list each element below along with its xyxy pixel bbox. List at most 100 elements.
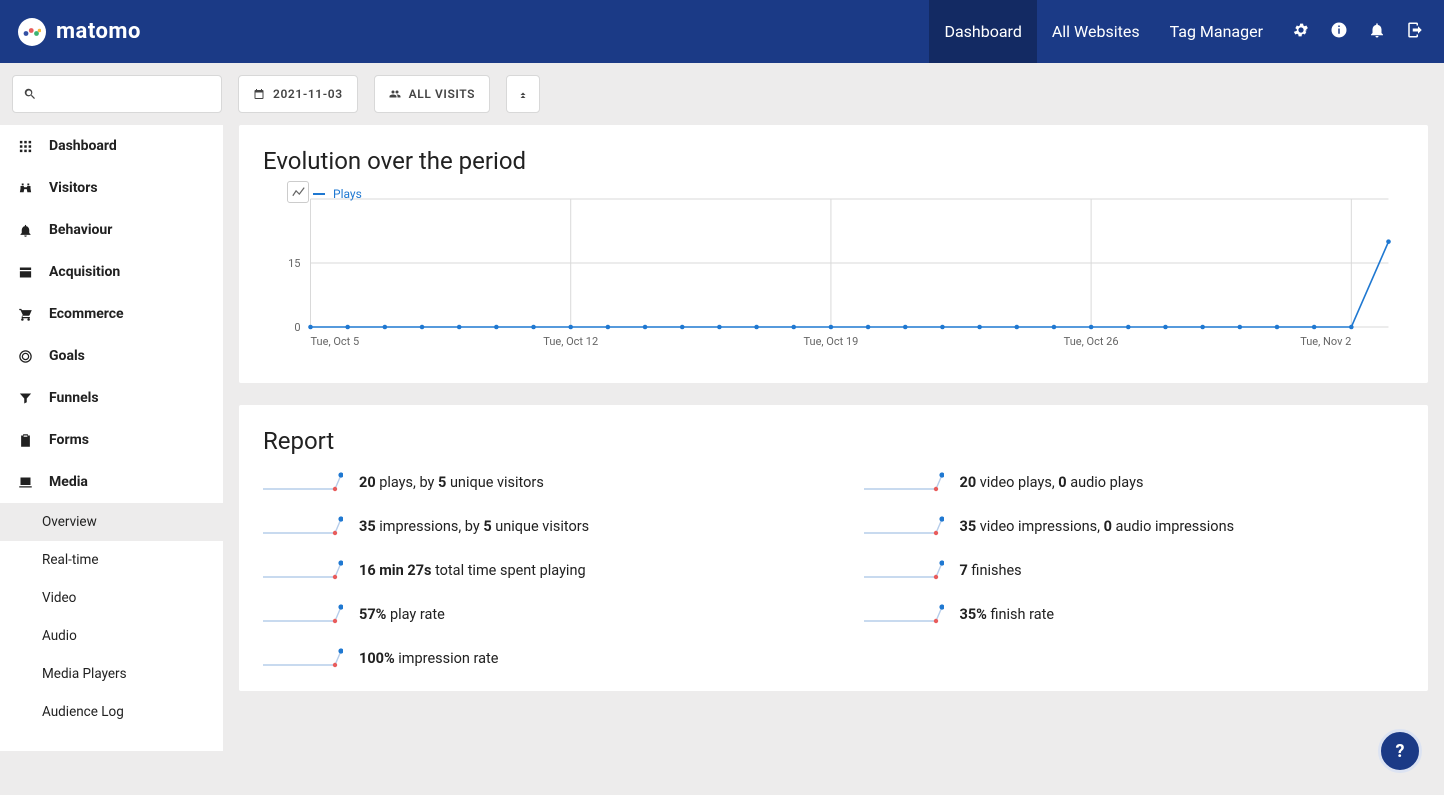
cart-icon <box>18 307 33 322</box>
sidebar: Dashboard Visitors Behaviour Acquisition Eco… <box>0 125 223 751</box>
sidebar-item-media[interactable]: Media <box>0 461 223 503</box>
sparkline <box>263 647 343 669</box>
sidebar-item-label: Dashboard <box>49 138 117 154</box>
evolution-title: Evolution over the period <box>263 147 1404 175</box>
metric-text: 35% finish rate <box>960 606 1055 623</box>
sidebar-item-visitors[interactable]: Visitors <box>0 167 223 209</box>
sidebar-item-label: Ecommerce <box>49 306 124 322</box>
logo-icon <box>18 18 46 46</box>
metrics-grid: 20 plays, by 5 unique visitors 35 impress… <box>263 471 1404 669</box>
metric-row: 35% finish rate <box>864 603 1405 625</box>
search-input[interactable] <box>12 75 222 113</box>
metric-text: 20 plays, by 5 unique visitors <box>359 474 544 491</box>
gear-icon[interactable] <box>1292 21 1310 43</box>
svg-text:0: 0 <box>294 321 300 334</box>
binoculars-icon <box>18 181 33 196</box>
sidebar-item-label: Behaviour <box>49 222 112 238</box>
svg-text:Tue, Oct 12: Tue, Oct 12 <box>543 335 598 348</box>
report-title: Report <box>263 427 1404 455</box>
sidebar-sub-audience-log[interactable]: Audience Log <box>42 693 223 731</box>
evolution-card: Evolution over the period Plays 01530Tue… <box>239 125 1428 383</box>
chevron-double-up-icon <box>517 88 529 100</box>
sidebar-item-goals[interactable]: Goals <box>0 335 223 377</box>
sparkline <box>864 559 944 581</box>
collapse-button[interactable] <box>506 75 540 113</box>
topnav-item-tag-manager[interactable]: Tag Manager <box>1155 0 1278 63</box>
sidebar-item-forms[interactable]: Forms <box>0 419 223 461</box>
people-icon <box>389 88 401 100</box>
sparkline <box>263 471 343 493</box>
date-label: 2021-11-03 <box>273 87 343 101</box>
svg-text:Tue, Oct 19: Tue, Oct 19 <box>803 335 858 348</box>
sidebar-sub-audio[interactable]: Audio <box>42 617 223 655</box>
sidebar-sub-media-players[interactable]: Media Players <box>42 655 223 693</box>
sparkline <box>263 603 343 625</box>
legend-marker <box>313 193 325 195</box>
metric-row: 7 finishes <box>864 559 1405 581</box>
bell-icon <box>18 223 33 238</box>
sparkline <box>864 515 944 537</box>
legend-label: Plays <box>333 187 362 201</box>
metric-text: 16 min 27s total time spent playing <box>359 562 586 579</box>
sparkline <box>864 471 944 493</box>
metric-row: 20 video plays, 0 audio plays <box>864 471 1405 493</box>
sparkline <box>263 559 343 581</box>
logo-text: matomo <box>56 19 141 44</box>
clipboard-icon <box>18 433 33 448</box>
svg-text:Tue, Nov 2: Tue, Nov 2 <box>1300 335 1351 348</box>
calendar-icon <box>253 88 265 100</box>
logout-icon[interactable] <box>1406 21 1424 43</box>
metric-row: 35 impressions, by 5 unique visitors <box>263 515 804 537</box>
metrics-left-column: 20 plays, by 5 unique visitors 35 impress… <box>263 471 804 669</box>
sidebar-item-behaviour[interactable]: Behaviour <box>0 209 223 251</box>
metric-text: 20 video plays, 0 audio plays <box>960 474 1144 491</box>
sidebar-item-acquisition[interactable]: Acquisition <box>0 251 223 293</box>
metric-text: 7 finishes <box>960 562 1022 579</box>
sidebar-sub-overview[interactable]: Overview <box>0 503 223 541</box>
topnav-item-all-websites[interactable]: All Websites <box>1037 0 1155 63</box>
sidebar-sub-real-time[interactable]: Real-time <box>42 541 223 579</box>
svg-text:Tue, Oct 5: Tue, Oct 5 <box>311 335 360 348</box>
topnav-item-dashboard[interactable]: Dashboard <box>929 0 1036 63</box>
evolution-chart: 01530Tue, Oct 5Tue, Oct 12Tue, Oct 19Tue… <box>263 187 1404 357</box>
sidebar-sub-video[interactable]: Video <box>42 579 223 617</box>
sidebar-item-label: Media <box>49 474 88 490</box>
sidebar-item-label: Goals <box>49 348 85 364</box>
metric-row: 57% play rate <box>263 603 804 625</box>
sidebar-item-ecommerce[interactable]: Ecommerce <box>0 293 223 335</box>
metric-row: 35 video impressions, 0 audio impression… <box>864 515 1405 537</box>
help-fab[interactable]: ? <box>1378 729 1422 773</box>
date-picker[interactable]: 2021-11-03 <box>238 75 358 113</box>
chart-area: Plays 01530Tue, Oct 5Tue, Oct 12Tue, Oct… <box>263 187 1404 361</box>
sidebar-item-label: Acquisition <box>49 264 120 280</box>
info-icon[interactable] <box>1330 21 1348 43</box>
sidebar-item-dashboard[interactable]: Dashboard <box>0 125 223 167</box>
metric-text: 35 impressions, by 5 unique visitors <box>359 518 589 535</box>
svg-text:Tue, Oct 26: Tue, Oct 26 <box>1064 335 1119 348</box>
bell-icon[interactable] <box>1368 21 1386 43</box>
segment-label: ALL VISITS <box>409 87 475 101</box>
metric-text: 57% play rate <box>359 606 445 623</box>
funnel-icon <box>18 391 33 406</box>
sidebar-item-funnels[interactable]: Funnels <box>0 377 223 419</box>
sidebar-item-label: Forms <box>49 432 89 448</box>
chart-type-button[interactable] <box>287 181 309 203</box>
metric-text: 100% impression rate <box>359 650 498 667</box>
topnav: DashboardAll WebsitesTag Manager <box>929 0 1428 63</box>
sidebar-item-label: Visitors <box>49 180 98 196</box>
topnav-icons <box>1292 21 1428 43</box>
media-icon <box>18 475 33 490</box>
target-icon <box>18 349 33 364</box>
metric-row: 16 min 27s total time spent playing <box>263 559 804 581</box>
grid-icon <box>18 139 33 154</box>
logo[interactable]: matomo <box>18 18 141 46</box>
metric-row: 20 plays, by 5 unique visitors <box>263 471 804 493</box>
second-bar: 2021-11-03 ALL VISITS <box>0 63 1444 125</box>
sparkline <box>864 603 944 625</box>
window-icon <box>18 265 33 280</box>
segment-selector[interactable]: ALL VISITS <box>374 75 490 113</box>
metric-text: 35 video impressions, 0 audio impression… <box>960 518 1235 535</box>
main-content: Evolution over the period Plays 01530Tue… <box>223 125 1444 733</box>
svg-text:15: 15 <box>288 257 300 270</box>
report-card: Report 20 plays, by 5 unique visitors 35 … <box>239 405 1428 691</box>
